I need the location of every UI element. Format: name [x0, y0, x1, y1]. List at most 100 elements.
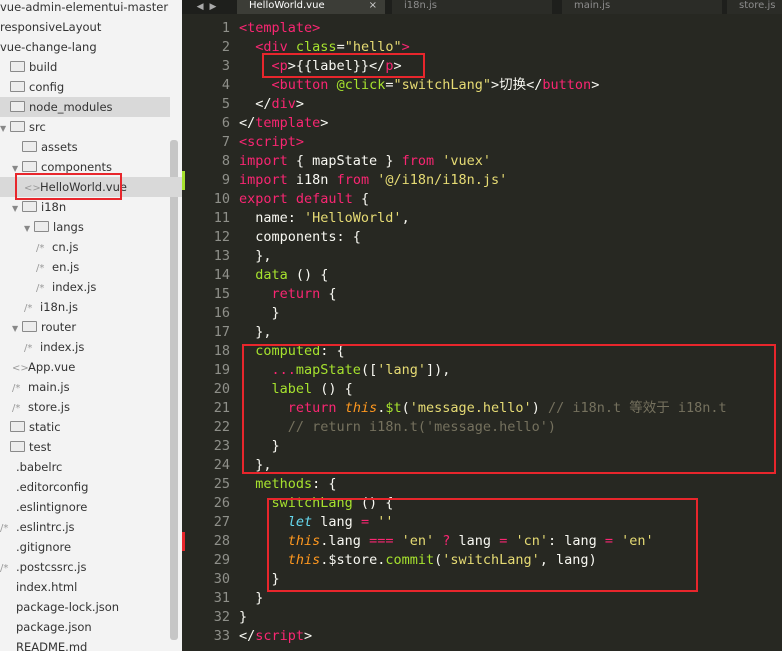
tree-item[interactable]: .editorconfig [0, 477, 170, 497]
code-text: } [239, 304, 280, 323]
folder-icon [22, 201, 37, 212]
tab-main-js[interactable]: main.js [562, 0, 722, 14]
line-number: 23 [213, 438, 230, 454]
file-sidebar: vue-admin-elementui-master responsiveLayo… [0, 0, 183, 651]
tab-nav-arrows[interactable]: ◀▶ [182, 0, 237, 14]
code-token: 'lang' [377, 362, 426, 378]
chevron-down-icon[interactable]: ▼ [12, 159, 22, 179]
code-token: <button [271, 77, 329, 93]
tree-item[interactable]: /* i18n.js [0, 297, 182, 317]
code-token: .$store. [320, 552, 386, 568]
close-icon[interactable]: × [369, 0, 377, 12]
tree-item[interactable]: package-lock.json [0, 597, 170, 617]
chevron-down-icon[interactable]: ▼ [0, 119, 10, 139]
tree-item[interactable]: node_modules [0, 97, 170, 117]
tree-item[interactable]: ▼ i18n [0, 197, 182, 217]
code-token: <p [271, 58, 288, 74]
line-number: 26 [213, 495, 230, 511]
tab-helloworld-vue[interactable]: HelloWorld.vue × [237, 0, 385, 14]
tree-item-label: cn.js [52, 240, 79, 254]
code-text: components: { [239, 228, 361, 247]
tree-item[interactable]: .gitignore [0, 537, 170, 557]
code-token: > [320, 115, 329, 131]
tree-item-label: src [29, 120, 46, 134]
tree-item[interactable]: test [0, 437, 170, 457]
tree-item[interactable]: /* index.js [0, 337, 182, 357]
tree-item[interactable]: <>App.vue [0, 357, 182, 377]
code-token: } [239, 590, 264, 606]
tree-item[interactable]: /* cn.js [0, 237, 182, 257]
tree-item[interactable]: /* store.js [0, 397, 182, 417]
tree-item[interactable]: README.md [0, 637, 170, 651]
js-file-icon: /* [0, 563, 9, 574]
code-token: this [287, 552, 321, 568]
chevron-down-icon[interactable]: ▼ [12, 199, 22, 219]
tree-item[interactable]: /* en.js [0, 257, 182, 277]
code-token: } [239, 571, 280, 587]
code-token: >{{label}}</ [287, 58, 386, 74]
code-token: computed [255, 343, 321, 359]
tree-item[interactable]: assets [0, 137, 182, 157]
code-token: , [401, 210, 410, 226]
tree-item[interactable]: responsiveLayout [0, 17, 170, 37]
code-token: // i18n.t 等效于 i18n.t [547, 400, 727, 416]
folder-icon [22, 161, 37, 172]
code-token: () { [312, 381, 353, 397]
tree-item[interactable]: index.html [0, 577, 170, 597]
tree-item-label: HelloWorld.vue [40, 180, 127, 194]
code-token: button [542, 77, 592, 93]
tree-item[interactable]: vue-change-lang [0, 37, 170, 57]
code-token: = [360, 514, 370, 530]
tree-item[interactable]: /* index.js [0, 277, 182, 297]
code-token: >切换</ [491, 77, 543, 93]
js-file-icon: /* [12, 403, 21, 414]
code-token: import [239, 153, 288, 169]
tab-store-js[interactable]: store.js [727, 0, 782, 14]
code-token: <div [255, 39, 288, 55]
tree-item[interactable]: /* .eslintrc.js [0, 517, 170, 537]
tree-item[interactable]: vue-admin-elementui-master [0, 0, 170, 17]
chevron-down-icon[interactable]: ▼ [12, 319, 22, 339]
tree-item-label: test [29, 440, 52, 454]
tree-item-label: langs [53, 220, 84, 234]
folder-icon [22, 141, 37, 152]
tree-item[interactable]: ▼ components [0, 157, 182, 177]
tree-item[interactable]: ▼ src [0, 117, 170, 137]
tree-item[interactable]: build [0, 57, 170, 77]
tree-item[interactable]: .eslintignore [0, 497, 170, 517]
tree-item[interactable]: ▼ router [0, 317, 182, 337]
code-editor[interactable]: 1 <template> 2 <div class="hello"> 3 <p>{{l… [182, 14, 782, 651]
tree-item[interactable]: /* main.js [0, 377, 182, 397]
line-number: 5 [221, 96, 230, 112]
tab-i18n-js[interactable]: i18n.js [392, 0, 552, 14]
tree-item[interactable]: package.json [0, 617, 170, 637]
tree-item[interactable]: .babelrc [0, 457, 170, 477]
js-file-icon: /* [36, 283, 45, 294]
code-token: 'en' [401, 533, 435, 549]
tree-item-label: i18n [41, 200, 67, 214]
code-token: this [344, 400, 378, 416]
tree-item[interactable]: ▼ langs [0, 217, 182, 239]
code-token: <template> [239, 20, 321, 36]
line-number: 4 [221, 77, 230, 93]
code-token: data [255, 267, 288, 283]
chevron-down-icon[interactable]: ▼ [24, 219, 34, 239]
tree-item[interactable]: config [0, 77, 170, 97]
tree-item[interactable]: <>HelloWorld.vue [0, 177, 182, 197]
tree-item[interactable]: /* .postcssrc.js [0, 557, 170, 577]
line-number: 17 [213, 324, 230, 340]
code-text: }, [239, 456, 271, 475]
line-number: 15 [213, 286, 230, 302]
line-number: 12 [213, 229, 230, 245]
tree-item[interactable]: static [0, 417, 170, 437]
code-text: <button @click="switchLang">切换</button> [239, 76, 600, 95]
code-token: methods [255, 476, 313, 492]
line-number: 16 [213, 305, 230, 321]
js-file-icon: /* [36, 243, 45, 254]
code-text: label () { [239, 380, 353, 399]
